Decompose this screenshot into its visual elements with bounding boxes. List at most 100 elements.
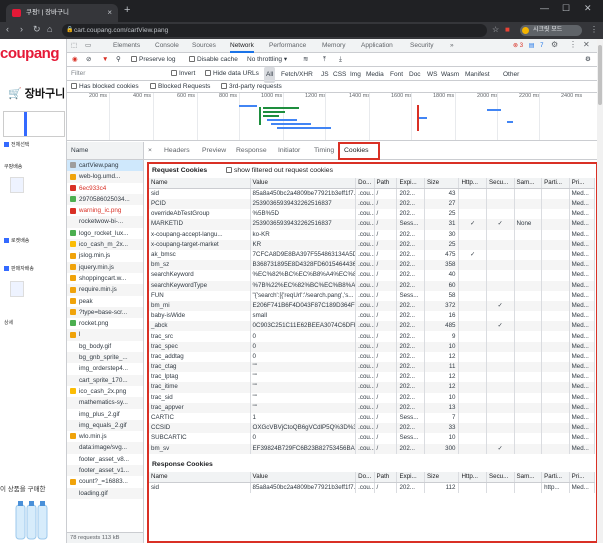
request-row[interactable]: jquery.min.js	[67, 261, 143, 273]
cookie-row[interactable]: searchKeywordType %7B%22%EC%82%BC%EC%B8%A…	[149, 280, 596, 291]
cookie-row[interactable]: trac_src 0 .cou.../202... 9 Med...	[149, 331, 596, 342]
product-thumbnail[interactable]	[10, 281, 24, 297]
third-party-checkbox[interactable]: 3rd-party requests	[221, 81, 282, 93]
cookie-row[interactable]: bm_mi E206F741B6F4D043F87C189D364F2... .co…	[149, 300, 596, 312]
column-header[interactable]: Size	[424, 471, 460, 483]
select-all-row[interactable]: 전체선택	[4, 141, 29, 148]
cookie-row[interactable]: MARKETID 25390365939432262516837 .cou... / S…	[149, 219, 596, 230]
wifi-icon[interactable]: ≋	[303, 53, 308, 67]
tab-sources[interactable]: Sources	[192, 39, 216, 53]
column-header[interactable]: Sam...	[514, 178, 543, 189]
request-row[interactable]: 2970586025034...	[67, 193, 143, 206]
name-column-header[interactable]: Name	[67, 142, 143, 160]
column-header[interactable]: Value	[250, 471, 357, 483]
devtools-menu-icon[interactable]: ⋮	[569, 40, 577, 49]
browser-menu-icon[interactable]: ⋮	[590, 25, 598, 34]
column-header[interactable]: Value	[250, 178, 357, 189]
cookie-row[interactable]: trac_lptag "" .cou.../202... 12 Med...	[149, 372, 596, 383]
cookie-row[interactable]: trac_itime "" .cou.../202... 12 Med...	[149, 382, 596, 393]
scrollbar-thumb[interactable]	[598, 45, 602, 105]
cookie-row[interactable]: FUN "{'search':[{'reqUrl':'/search.pang',…	[149, 290, 596, 301]
request-row[interactable]: warning_ic.png	[67, 205, 143, 216]
cookie-row[interactable]: ak_bmsc 7CFCA8D9E8BA397F554863134A5D... .c…	[149, 249, 596, 261]
request-row[interactable]: peak	[67, 296, 143, 307]
disable-cache-checkbox[interactable]: Disable cache	[189, 53, 238, 67]
device-toolbar-icon[interactable]: ▭	[85, 39, 91, 53]
network-settings-icon[interactable]: ⚙	[585, 53, 591, 67]
clear-icon[interactable]: ⊘	[86, 53, 91, 67]
column-header[interactable]: Do...	[355, 178, 375, 189]
coupang-logo[interactable]: coupang	[0, 45, 60, 62]
tab-elements[interactable]: Elements	[113, 39, 140, 53]
tab-initiator[interactable]: Initiator	[278, 142, 300, 160]
cookie-row[interactable]: trac_ctag "" .cou.../202... 11 Med...	[149, 362, 596, 373]
inspect-element-icon[interactable]: ⬚	[71, 39, 77, 53]
cookie-row[interactable]: _abck 0C903C251C11E62BEEA3074C6DFB... .cou…	[149, 321, 596, 332]
home-icon[interactable]: ⌂	[47, 24, 52, 34]
tab-headers[interactable]: Headers	[164, 142, 190, 160]
cookie-row[interactable]: x-coupang-accept-langu... ko-KR .cou.../20…	[149, 229, 596, 240]
request-row[interactable]: bg_gnb_sprite_...	[67, 352, 143, 364]
cart-search-box[interactable]	[3, 111, 65, 137]
request-row[interactable]: ico_cash_2x.png	[67, 386, 143, 397]
address-bar[interactable]: 🔒 cart.coupang.com/cartView.pang	[62, 24, 487, 37]
column-header[interactable]: Path	[374, 178, 398, 189]
cookie-row[interactable]: overrideAbTestGroup %5B%5D .cou.../202... 2…	[149, 209, 596, 220]
cookie-row[interactable]: trac_sid "" .cou.../202... 10 Med...	[149, 392, 596, 403]
invert-checkbox[interactable]: Invert	[171, 67, 195, 81]
column-header[interactable]: Path	[374, 471, 398, 483]
column-header[interactable]: Parti...	[541, 178, 570, 189]
tab-preview[interactable]: Preview	[202, 142, 226, 160]
tab-security[interactable]: Security	[410, 39, 433, 53]
request-row[interactable]: footer_asset_v8...	[67, 454, 143, 465]
cookie-row[interactable]: sid 85a8a450bc2a4809be77921b3eff1f7... .co…	[149, 482, 596, 493]
request-row[interactable]: ?type=base-scr...	[67, 306, 143, 319]
window-close-button[interactable]: ✕	[584, 3, 592, 14]
search-icon[interactable]: ⚲	[116, 53, 121, 67]
request-row[interactable]: web-log.umd...	[67, 171, 143, 183]
filter-icon[interactable]: ▼	[102, 53, 108, 67]
profile-button[interactable]: 시크릿 모드	[520, 25, 582, 36]
cookie-row[interactable]: searchKeyword %EC%82%BC%EC%B8%A4%EC%8B...…	[149, 270, 596, 281]
column-header[interactable]: Name	[149, 178, 251, 189]
column-header[interactable]: Do...	[355, 471, 375, 483]
tab-performance[interactable]: Performance	[269, 39, 306, 53]
column-header[interactable]: Secu...	[486, 471, 515, 483]
request-row[interactable]: jslog.min.js	[67, 250, 143, 261]
request-row[interactable]: require.min.js	[67, 284, 143, 296]
network-overview-timeline[interactable]: 200 ms 400 ms 600 ms 800 ms 1000 ms 1200…	[67, 93, 597, 141]
request-row[interactable]: cart_sprite_170...	[67, 374, 143, 386]
browser-tab[interactable]: 쿠팡! | 장바구니 ×	[6, 4, 118, 22]
column-header[interactable]: Parti...	[541, 471, 570, 483]
cookie-row[interactable]: trac_addtag 0 .cou.../202... 12 Med...	[149, 351, 596, 362]
cookie-row[interactable]: SUBCARTIC 0 .cou... / Sess... 10 Med...	[149, 433, 596, 444]
import-har-icon[interactable]: ⤒	[323, 53, 326, 67]
request-row[interactable]: bg_body.gif	[67, 341, 143, 352]
forward-arrow-icon[interactable]: ›	[20, 24, 23, 34]
maximize-button[interactable]: ☐	[562, 3, 570, 14]
cookie-row[interactable]: CCSID OXGcVBVjCtoQB6gVCdlP5Q%3D%3D .cou...…	[149, 423, 596, 434]
cookie-row[interactable]: bm_sv EF39824B729FC6B23B82753456BA8... .co…	[149, 443, 596, 454]
devtools-close-icon[interactable]: ✕	[583, 40, 590, 49]
throttling-select[interactable]: No throttling ▾	[247, 53, 287, 67]
request-row[interactable]: wlo.min.js	[67, 431, 143, 442]
cookie-row[interactable]: trac_appver "" .cou.../202... 13 Med...	[149, 402, 596, 413]
request-row[interactable]: logo_rocket_lux...	[67, 228, 143, 239]
column-header[interactable]: Http...	[458, 471, 487, 483]
request-row[interactable]: mathematics-sy...	[67, 397, 143, 409]
column-header[interactable]: Pri...	[569, 471, 596, 483]
cookie-row[interactable]: sid 85a8a450bc2a4809be77921b3eff1f7... .co…	[149, 188, 596, 199]
request-row[interactable]: data:image/svg...	[67, 442, 143, 454]
show-filtered-cookies-checkbox[interactable]: show filtered out request cookies	[226, 164, 333, 178]
cookie-row[interactable]: bm_sz B368731895E8D4328FD6015464436... .co…	[149, 260, 596, 271]
request-row[interactable]: count?_=16883...	[67, 476, 143, 487]
request-row[interactable]: cartView.pang	[67, 160, 143, 172]
column-header[interactable]: Secu...	[486, 178, 515, 189]
request-row[interactable]: shoppingcart.w...	[67, 273, 143, 284]
tab-timing[interactable]: Timing	[314, 142, 334, 160]
close-detail-icon[interactable]: ×	[148, 142, 152, 160]
column-header[interactable]: Sam...	[514, 471, 543, 483]
cookie-row[interactable]: baby-isWide small .cou.../202... 16 Med...	[149, 311, 596, 322]
request-row[interactable]: footer_asset_v1...	[67, 465, 143, 477]
request-row[interactable]: loading.gif	[67, 487, 143, 499]
